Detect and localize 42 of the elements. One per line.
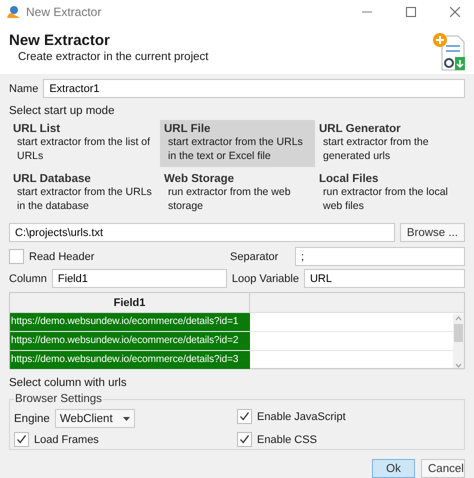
table-cell[interactable]: https://demo.websundew.io/ecommerce/details?id=3 — [10, 351, 250, 369]
checkbox[interactable] — [237, 409, 252, 424]
name-field[interactable]: Extractor1 — [43, 79, 465, 98]
mode-option[interactable]: URL List start extractor from the list of URLs — [9, 120, 160, 167]
mode-option[interactable]: URL Database start extractor from the URLs in the database — [9, 170, 160, 217]
checkbox[interactable] — [14, 432, 29, 447]
checkbox[interactable] — [237, 432, 252, 447]
checkbox-option[interactable]: Read Header — [9, 249, 225, 264]
caret-icon — [122, 416, 130, 420]
mode-option[interactable]: URL Generator start extractor from the generated urls — [315, 120, 465, 167]
table-hint: Select column with urls — [9, 377, 128, 389]
table-cell[interactable]: https://demo.websundew.io/ecommerce/details?id=2 — [10, 332, 250, 350]
group-title: Browser Settings — [14, 393, 103, 405]
mode-option[interactable]: Web Storage run extractor from the web storage — [160, 170, 315, 217]
ok-button[interactable]: Ok — [372, 459, 415, 478]
close-icon[interactable] — [450, 7, 460, 17]
section-label: Select start up mode — [9, 105, 116, 117]
table-cell[interactable]: https://demo.websundew.io/ecommerce/details?id=1 — [10, 313, 250, 331]
engine-label: Engine — [14, 412, 50, 424]
dialog-title: New Extractor — [9, 32, 111, 49]
loop-variable-label: Loop Variable — [232, 272, 299, 284]
column-label: Column — [9, 272, 47, 284]
loop-variable-field[interactable]: URL — [304, 269, 465, 288]
app-logo-icon — [6, 5, 20, 19]
file-path-field[interactable]: C:\projects\urls.txt — [9, 223, 395, 242]
mode-option[interactable]: Local Files run extractor from the local web files — [315, 170, 465, 217]
checkbox-option[interactable]: Enable CSS — [237, 432, 460, 447]
engine-dropdown[interactable]: WebClient — [54, 409, 135, 428]
window-title: New Extractor — [26, 5, 102, 19]
checkbox-option[interactable]: Enable JavaScript — [237, 409, 460, 424]
name-label: Name — [9, 82, 38, 94]
checkbox[interactable] — [9, 249, 24, 264]
separator-field[interactable]: ; — [295, 247, 465, 266]
scrollbar[interactable] — [453, 314, 464, 368]
maximize-icon[interactable] — [406, 7, 416, 17]
browse-button[interactable]: Browse ... — [400, 223, 465, 242]
cancel-button[interactable]: Cancel — [421, 459, 465, 478]
mode-option[interactable]: URL File start extractor from the URLs in the text or Excel file — [160, 120, 315, 167]
column-field[interactable]: Field1 — [52, 269, 227, 288]
separator-label: Separator — [230, 250, 280, 262]
dialog-subtitle: Create extractor in the current project — [17, 51, 210, 63]
checkbox-option[interactable]: Load Frames — [14, 432, 237, 447]
